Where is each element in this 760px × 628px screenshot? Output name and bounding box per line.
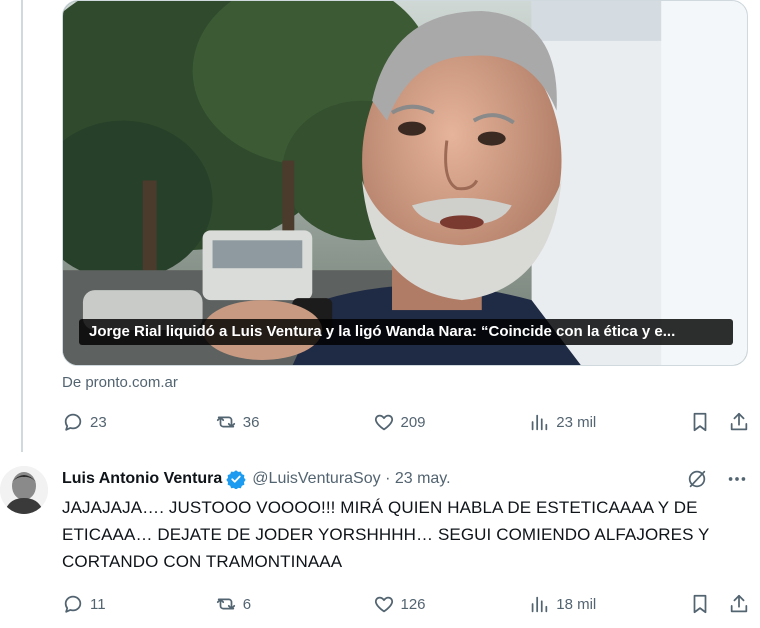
reply-count: 23 <box>90 413 107 431</box>
reply-icon <box>64 413 82 431</box>
verified-icon <box>226 470 246 489</box>
avatar[interactable] <box>0 466 48 514</box>
like-icon <box>374 414 393 431</box>
share-icon <box>731 594 748 613</box>
share-button[interactable] <box>728 593 752 615</box>
repost-button[interactable]: 6 <box>215 593 373 615</box>
reply-button[interactable]: 11 <box>62 593 215 615</box>
like-count: 209 <box>400 413 426 431</box>
repost-icon <box>216 416 235 428</box>
reply-count: 11 <box>90 595 106 613</box>
reply-icon <box>64 595 82 613</box>
thread-connector-line <box>21 0 23 452</box>
repost-count: 6 <box>242 595 252 613</box>
action-bar: 11 6 126 18 mil <box>62 592 752 616</box>
reply-button[interactable]: 23 <box>62 411 215 433</box>
bookmark-icon <box>693 412 707 432</box>
bookmark-button[interactable] <box>689 411 728 433</box>
avatar-image <box>0 466 48 514</box>
like-button[interactable]: 209 <box>373 411 529 433</box>
repost-icon <box>216 598 235 610</box>
video-thumbnail[interactable] <box>63 1 747 366</box>
views-icon <box>531 414 548 431</box>
grok-icon[interactable] <box>686 468 708 490</box>
more-icon[interactable] <box>726 468 748 490</box>
repost-count: 36 <box>242 413 260 431</box>
views-count: 23 mil <box>556 413 597 431</box>
link-source[interactable]: De pronto.com.ar <box>62 374 178 391</box>
author-handle-date[interactable]: @LuisVenturaSoy · 23 may. <box>252 470 450 488</box>
bookmark-icon <box>693 594 707 614</box>
share-button[interactable] <box>728 411 752 433</box>
views-count: 18 mil <box>556 595 597 613</box>
views-icon <box>531 596 548 613</box>
share-icon <box>731 412 748 431</box>
views-button[interactable]: 18 mil <box>528 593 689 615</box>
like-count: 126 <box>400 595 426 613</box>
like-button[interactable]: 126 <box>373 593 529 615</box>
author-name[interactable]: Luis Antonio Ventura <box>62 470 222 488</box>
like-icon <box>374 596 393 613</box>
views-button[interactable]: 23 mil <box>528 411 689 433</box>
media-card[interactable]: Jorge Rial liquidó a Luis Ventura y la l… <box>62 0 748 366</box>
tweet-header: Luis Antonio Ventura @LuisVenturaSoy · 2… <box>62 466 752 492</box>
action-bar: 23 36 209 23 mil <box>62 410 752 434</box>
tweet-text: JAJAJAJA…. JUSTOOO VOOOO!!! MIRÁ QUIEN H… <box>62 498 710 571</box>
media-caption: Jorge Rial liquidó a Luis Ventura y la l… <box>79 319 733 345</box>
bookmark-button[interactable] <box>689 593 728 615</box>
repost-button[interactable]: 36 <box>215 411 373 433</box>
